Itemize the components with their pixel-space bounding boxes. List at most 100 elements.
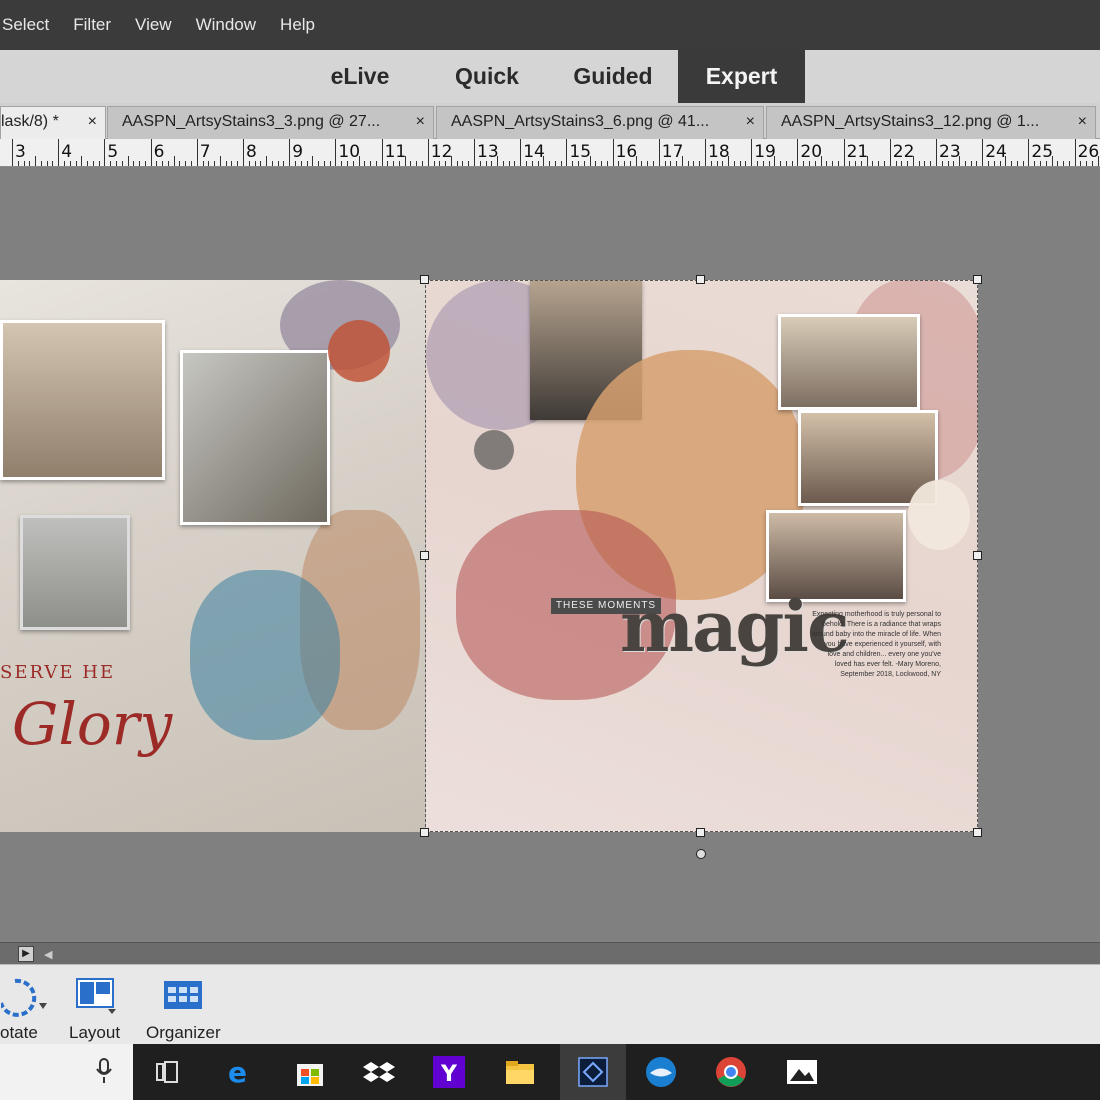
scroll-right-arrow-icon[interactable]: ▶	[18, 946, 34, 962]
menu-select[interactable]: Select	[0, 0, 61, 50]
ruler-major-tick	[889, 139, 891, 166]
yahoo-icon[interactable]: Y	[433, 1056, 465, 1088]
ruler-minor-tick	[803, 161, 805, 166]
ruler-minor-tick	[1022, 161, 1024, 166]
rotate-label: otate	[0, 1023, 38, 1042]
ruler-number: 10	[338, 142, 361, 162]
microphone-icon[interactable]	[94, 1057, 114, 1087]
ruler-minor-tick	[479, 161, 481, 166]
chrome-icon[interactable]	[715, 1056, 747, 1088]
menu-help[interactable]: Help	[268, 0, 327, 50]
dropbox-icon[interactable]	[363, 1056, 395, 1088]
transform-handle[interactable]	[696, 828, 705, 837]
ruler-minor-tick	[964, 161, 966, 166]
ruler-minor-tick	[785, 161, 787, 166]
ruler-minor-tick	[837, 161, 839, 166]
menu-view[interactable]: View	[123, 0, 184, 50]
ruler-minor-tick	[133, 161, 135, 166]
doc-tab[interactable]: AASPN_ArtsyStains3_3.png @ 27... ×	[107, 106, 434, 139]
close-icon[interactable]: ×	[88, 107, 97, 137]
rotate-handle[interactable]	[696, 849, 706, 859]
ruler-minor-tick	[306, 161, 308, 166]
organizer-button[interactable]	[160, 975, 206, 1020]
ruler-minor-tick	[422, 161, 424, 166]
doc-tab[interactable]: AASPN_ArtsyStains3_6.png @ 41... ×	[436, 106, 764, 139]
doc-tab[interactable]: AASPN_ArtsyStains3_12.png @ 1... ×	[766, 106, 1096, 139]
ruler-number: 21	[846, 142, 869, 162]
scroll-left-arrow-icon[interactable]: ◀	[44, 948, 52, 961]
menu-bar: Select Filter View Window Help	[0, 0, 1100, 50]
ruler-minor-tick	[202, 161, 204, 166]
thunderbird-icon[interactable]	[645, 1056, 677, 1088]
file-explorer-icon[interactable]	[504, 1056, 536, 1088]
ruler-minor-tick	[173, 156, 175, 166]
ruler-minor-tick	[601, 161, 603, 166]
ruler-major-tick	[58, 139, 60, 166]
ruler-number: 24	[985, 142, 1007, 162]
photo-fence	[20, 515, 130, 630]
rotate-button[interactable]	[0, 975, 50, 1026]
tab-guided[interactable]: Guided	[554, 50, 672, 103]
ruler-minor-tick	[647, 161, 649, 166]
horizontal-scrollbar[interactable]: ▶ ◀	[0, 942, 1100, 964]
document-tabs: lask/8) * × AASPN_ArtsyStains3_3.png @ 2…	[0, 103, 1100, 139]
transform-handle[interactable]	[973, 275, 982, 284]
ruler-minor-tick	[560, 161, 562, 166]
ruler-minor-tick	[618, 161, 620, 166]
transform-handle[interactable]	[420, 828, 429, 837]
ruler-minor-tick	[826, 161, 828, 166]
ruler-minor-tick	[115, 161, 117, 166]
transform-bounding-box[interactable]	[425, 280, 978, 832]
taskbar-search-area[interactable]	[0, 1044, 133, 1100]
ruler-major-tick	[381, 139, 383, 166]
close-icon[interactable]: ×	[416, 107, 425, 137]
ruler-minor-tick	[491, 161, 493, 166]
ruler-number: 16	[615, 142, 638, 162]
tab-expert[interactable]: Expert	[678, 50, 805, 103]
doc-tab-label: AASPN_ArtsyStains3_3.png @ 27...	[122, 113, 381, 130]
ruler-minor-tick	[716, 161, 718, 166]
task-view-icon[interactable]	[151, 1056, 183, 1088]
ruler-major-tick	[474, 139, 475, 166]
tab-quick[interactable]: Quick	[428, 50, 546, 103]
ruler-minor-tick	[271, 161, 273, 166]
tab-elive[interactable]: eLive	[301, 50, 419, 103]
store-icon[interactable]	[294, 1056, 326, 1088]
close-icon[interactable]: ×	[746, 107, 755, 137]
ruler-major-tick	[936, 139, 937, 166]
ruler-minor-tick	[670, 161, 672, 166]
close-icon[interactable]: ×	[1078, 107, 1087, 137]
ruler-minor-tick	[1051, 156, 1053, 166]
doc-tab-active[interactable]: lask/8) * ×	[0, 106, 106, 139]
edge-icon[interactable]: e	[224, 1056, 256, 1088]
ruler-minor-tick	[439, 161, 441, 166]
ruler-minor-tick	[635, 156, 637, 166]
ruler-minor-tick	[318, 161, 320, 166]
transform-handle[interactable]	[696, 275, 705, 284]
ruler-minor-tick	[260, 161, 262, 166]
ruler-minor-tick	[762, 161, 764, 166]
ruler-minor-tick	[110, 161, 112, 166]
ruler-minor-tick	[739, 161, 741, 166]
photoshop-elements-icon[interactable]	[577, 1056, 609, 1088]
ruler-minor-tick	[398, 161, 400, 166]
photos-icon[interactable]	[786, 1056, 818, 1088]
menu-filter[interactable]: Filter	[61, 0, 123, 50]
preserve-title: SERVE HE	[0, 662, 116, 683]
canvas-workspace[interactable]: SERVE HE Glory THESE MOMENTS magic Expec…	[0, 168, 1100, 942]
ruler-number: 12	[430, 142, 453, 162]
transform-handle[interactable]	[973, 828, 982, 837]
horizontal-ruler[interactable]: 3 4 5 6 7 8 9 10 11 12 13 14 15 16 17 18 19 20 21 22 23 24 25 2…	[0, 139, 1100, 167]
ruler-minor-tick	[820, 156, 822, 166]
ruler-minor-tick	[179, 161, 181, 166]
ruler-minor-tick	[953, 161, 955, 166]
ruler-minor-tick	[456, 161, 458, 166]
transform-handle[interactable]	[420, 275, 429, 284]
transform-handle[interactable]	[973, 551, 982, 560]
photoshop-elements-window: Select Filter View Window Help eLive Qui…	[0, 0, 1100, 1100]
ruler-major-tick	[982, 139, 984, 166]
transform-handle[interactable]	[420, 551, 429, 560]
menu-window[interactable]: Window	[184, 0, 268, 50]
ruler-minor-tick	[35, 156, 37, 166]
layout-button[interactable]	[73, 975, 119, 1020]
